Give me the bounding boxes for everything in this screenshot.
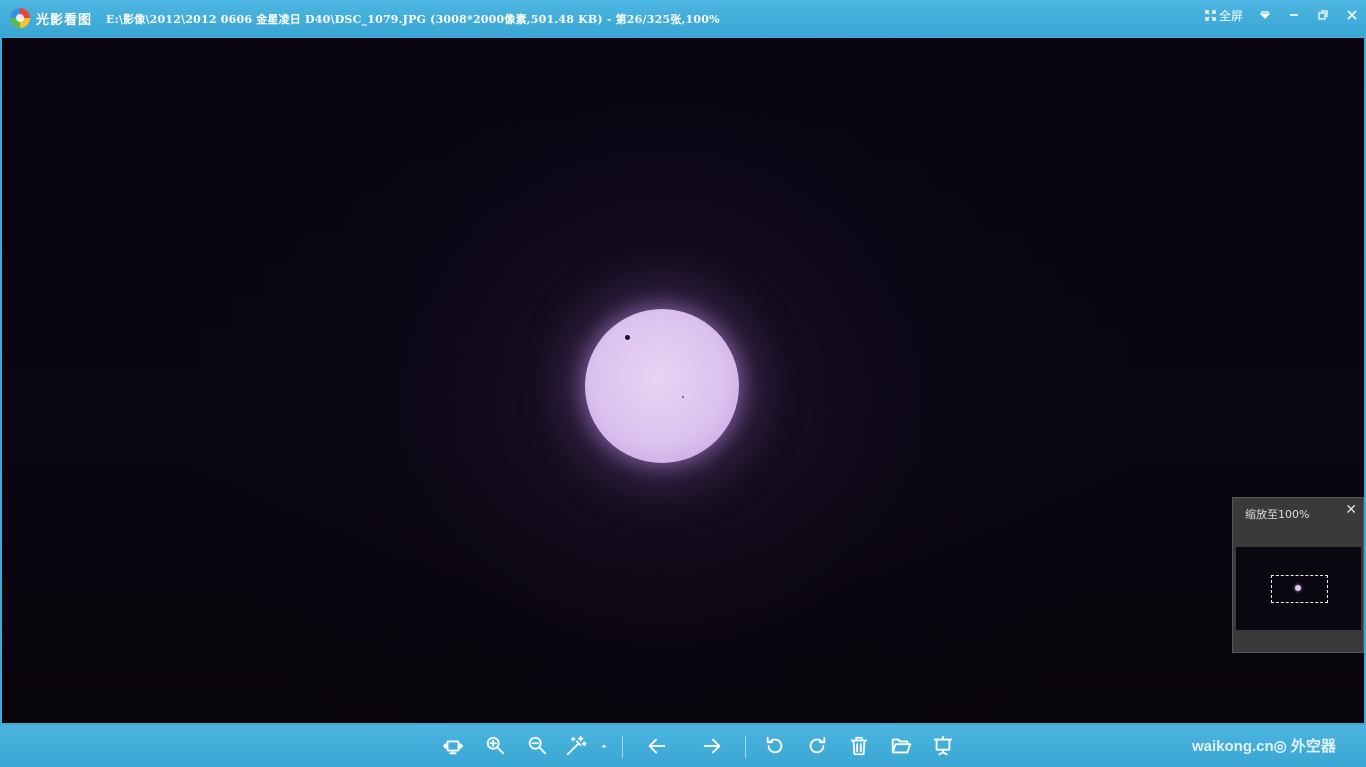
sun-disk (585, 309, 739, 463)
open-folder-button[interactable] (889, 734, 913, 758)
app-logo-icon (10, 8, 30, 28)
fit-screen-icon (442, 740, 464, 755)
prev-arrow-icon (648, 738, 666, 754)
zoom-out-icon (528, 736, 547, 755)
delete-icon (850, 736, 868, 756)
file-info: E:\影像\2012\2012 0606 金星凌日 D40\DSC_1079.J… (106, 13, 720, 26)
photo-venus-transit (2, 38, 1364, 723)
more-tools-button[interactable] (598, 734, 610, 758)
watermark-text: waikong.cn◎ 外空器 (1192, 738, 1336, 755)
menu-dropdown-button[interactable] (1251, 3, 1279, 27)
open-folder-icon (891, 738, 912, 754)
minimize-button[interactable] (1279, 3, 1308, 27)
navigator-close-icon[interactable]: ✕ (1345, 502, 1357, 518)
zoom-in-button[interactable] (483, 734, 507, 758)
next-image-button[interactable] (700, 734, 724, 758)
zoom-out-button[interactable] (525, 734, 549, 758)
close-button[interactable] (1337, 3, 1366, 27)
rotate-right-icon (809, 736, 826, 754)
next-arrow-icon (703, 738, 721, 754)
navigator-thumbnail[interactable] (1236, 547, 1361, 630)
fit-screen-button[interactable] (441, 734, 465, 758)
fullscreen-icon (1205, 9, 1216, 21)
rotate-left-button[interactable] (763, 734, 787, 758)
restore-button[interactable] (1308, 3, 1337, 27)
image-viewport[interactable] (2, 38, 1364, 723)
window-controls: 全屏 (1199, 0, 1366, 30)
sunspot (682, 396, 684, 398)
navigator-panel: 缩放至100% ✕ (1232, 497, 1364, 653)
auto-enhance-button[interactable] (564, 734, 588, 758)
title-bar: 光影看图 E:\影像\2012\2012 0606 金星凌日 D40\DSC_1… (0, 0, 1366, 36)
auto-enhance-icon (566, 735, 587, 756)
toolbar-divider (622, 736, 623, 758)
delete-button[interactable] (847, 734, 871, 758)
close-icon (1346, 10, 1357, 20)
navigator-title: 缩放至100% (1245, 508, 1310, 521)
app-name: 光影看图 (36, 13, 93, 28)
minimize-icon (1289, 14, 1298, 16)
more-arrow-icon (601, 744, 607, 748)
restore-icon (1317, 10, 1328, 20)
slideshow-icon (933, 735, 953, 756)
rotate-left-icon (766, 736, 783, 754)
fullscreen-button[interactable]: 全屏 (1199, 3, 1249, 27)
menu-dropdown-icon (1260, 11, 1270, 19)
previous-image-button[interactable] (645, 734, 669, 758)
rotate-right-button[interactable] (805, 734, 829, 758)
zoom-in-icon (486, 736, 505, 755)
fullscreen-label: 全屏 (1218, 8, 1243, 23)
toolbar-divider (745, 736, 746, 758)
navigator-view-rect[interactable] (1271, 575, 1328, 603)
venus-silhouette (625, 335, 630, 340)
bottom-toolbar: waikong.cn◎ 外空器 (0, 725, 1366, 767)
slideshow-button[interactable] (931, 734, 955, 758)
